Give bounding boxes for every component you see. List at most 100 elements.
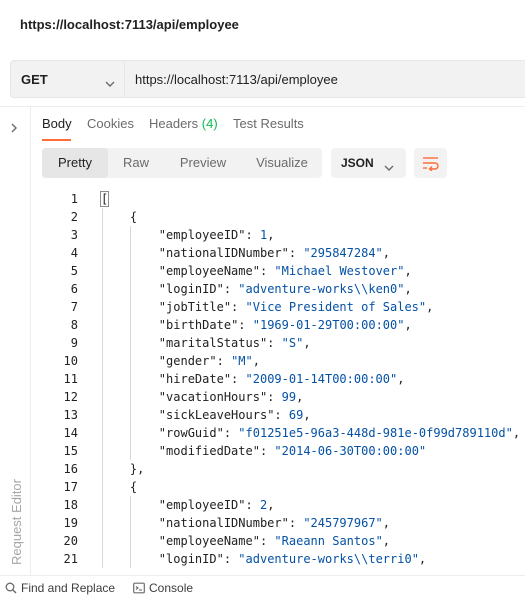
search-icon [5,582,17,594]
url-text: https://localhost:7113/api/employee [135,72,338,87]
line-number: 19 [63,516,78,530]
line-number: 17 [63,480,78,494]
line-number: 5 [70,264,78,278]
request-row: GET https://localhost:7113/api/employee [0,60,525,98]
request-editor-label[interactable]: Request Editor [9,479,24,565]
line-number: 4 [70,246,78,260]
tab-headers[interactable]: Headers (4) [149,116,218,131]
mode-pretty[interactable]: Pretty [42,148,108,178]
code-text: "sickLeaveHours": 69, [158,408,311,422]
json-key: loginID [166,552,217,566]
line-number: 14 [63,426,78,440]
code-text: "jobTitle": "Vice President of Sales", [158,300,434,314]
line-number: 8 [70,318,78,332]
line-number: 2 [70,210,78,224]
json-value: "1969-01-29T00:00:00" [252,318,405,332]
json-value: "f01251e5-96a3-448d-981e-0f99d789110d" [238,426,513,440]
console-icon [133,582,145,594]
json-key: employeeName [166,264,253,278]
mode-preview[interactable]: Preview [166,148,240,178]
mode-raw[interactable]: Raw [110,148,162,178]
line-number: 13 [63,408,78,422]
code-text: "vacationHours": 99, [158,390,304,404]
find-replace-label: Find and Replace [21,581,116,595]
language-select[interactable]: JSON [331,148,406,178]
json-key: nationalIDNumber [166,246,282,260]
json-value: "adventure-works\\ken0" [238,282,405,296]
status-bar: Find and Replace Console [0,575,525,599]
tab-cookies[interactable]: Cookies [87,116,134,131]
json-value: "295847284" [303,246,383,260]
code-text: "loginID": "adventure-works\\ken0", [158,282,412,296]
tab-body[interactable]: Body [42,116,72,131]
json-value: 69 [288,408,304,422]
code-text: "birthDate": "1969-01-29T00:00:00", [158,318,412,332]
json-punctuation: { [101,210,138,224]
line-number: 21 [63,552,78,566]
json-key: gender [166,354,210,368]
code-text: "employeeID": 2, [158,498,275,512]
json-key: sickLeaveHours [166,408,268,422]
tab-test-results[interactable]: Test Results [233,116,304,131]
wrap-lines-button[interactable] [414,148,447,178]
chevron-right-icon[interactable] [11,120,18,138]
json-value: 1 [259,228,268,242]
json-key: birthDate [166,318,232,332]
request-title-bar: https://localhost:7113/api/employee [0,0,525,50]
json-value: "Vice President of Sales" [245,300,427,314]
line-number: 15 [63,444,78,458]
json-key: vacationHours [166,390,260,404]
json-value: "2009-01-14T00:00:00" [245,372,398,386]
json-key: nationalIDNumber [166,516,282,530]
headers-count-badge: (4) [201,116,218,131]
json-value: "Raeann Santos" [274,534,383,548]
chevron-down-icon [105,75,115,93]
mode-visualize[interactable]: Visualize [244,148,320,178]
code-text: "nationalIDNumber": "245797967", [158,516,391,530]
method-select[interactable]: GET [10,60,125,98]
json-value: "S" [281,336,304,350]
code-text: "nationalIDNumber": "295847284", [158,246,391,260]
code-text: [ [99,190,110,208]
console-label: Console [149,581,194,595]
code-text: "employeeName": "Raeann Santos", [158,534,391,548]
json-value: "adventure-works\\terri0" [238,552,419,566]
language-label: JSON [341,156,374,170]
json-value: "245797967" [303,516,383,530]
line-number: 7 [70,300,78,314]
request-title[interactable]: https://localhost:7113/api/employee [20,17,239,32]
json-value: "Michael Westover" [274,264,405,278]
json-punctuation: { [101,480,138,494]
code-text: "employeeName": "Michael Westover", [158,264,412,278]
line-number: 6 [70,282,78,296]
line-number: 12 [63,390,78,404]
chevron-down-icon [384,159,394,177]
json-punctuation: [ [99,191,110,207]
json-punctuation: }, [101,462,145,476]
tab-headers-label: Headers [149,116,199,131]
json-key: hireDate [166,372,224,386]
response-body-viewer[interactable]: 1 [2 {3 "employeeID": 1, 4 "nationalIDNumb… [42,190,525,568]
line-number: 16 [63,462,78,476]
json-value: 99 [281,390,297,404]
json-key: rowGuid [166,426,217,440]
json-key: loginID [166,282,217,296]
format-toggle-group: Pretty Raw Preview Visualize [42,148,322,178]
line-number: 20 [63,534,78,548]
code-text: "rowGuid": "f01251e5-96a3-448d-981e-0f99… [158,426,521,440]
json-key: employeeName [166,534,253,548]
json-key: maritalStatus [166,336,260,350]
code-text: "modifiedDate": "2014-06-30T00:00:00" [158,444,427,458]
code-text: "employeeID": 1, [158,228,275,242]
divider [0,106,525,107]
code-text: { [101,478,137,496]
code-text: "hireDate": "2009-01-14T00:00:00", [158,372,405,386]
code-text: }, [101,460,144,478]
code-text: "maritalStatus": "S", [158,336,311,350]
code-text: { [101,208,137,226]
json-key: modifiedDate [166,444,253,458]
json-key: employeeID [166,228,239,242]
line-number: 1 [70,192,78,206]
line-number: 9 [70,336,78,350]
url-input[interactable]: https://localhost:7113/api/employee [125,60,525,98]
